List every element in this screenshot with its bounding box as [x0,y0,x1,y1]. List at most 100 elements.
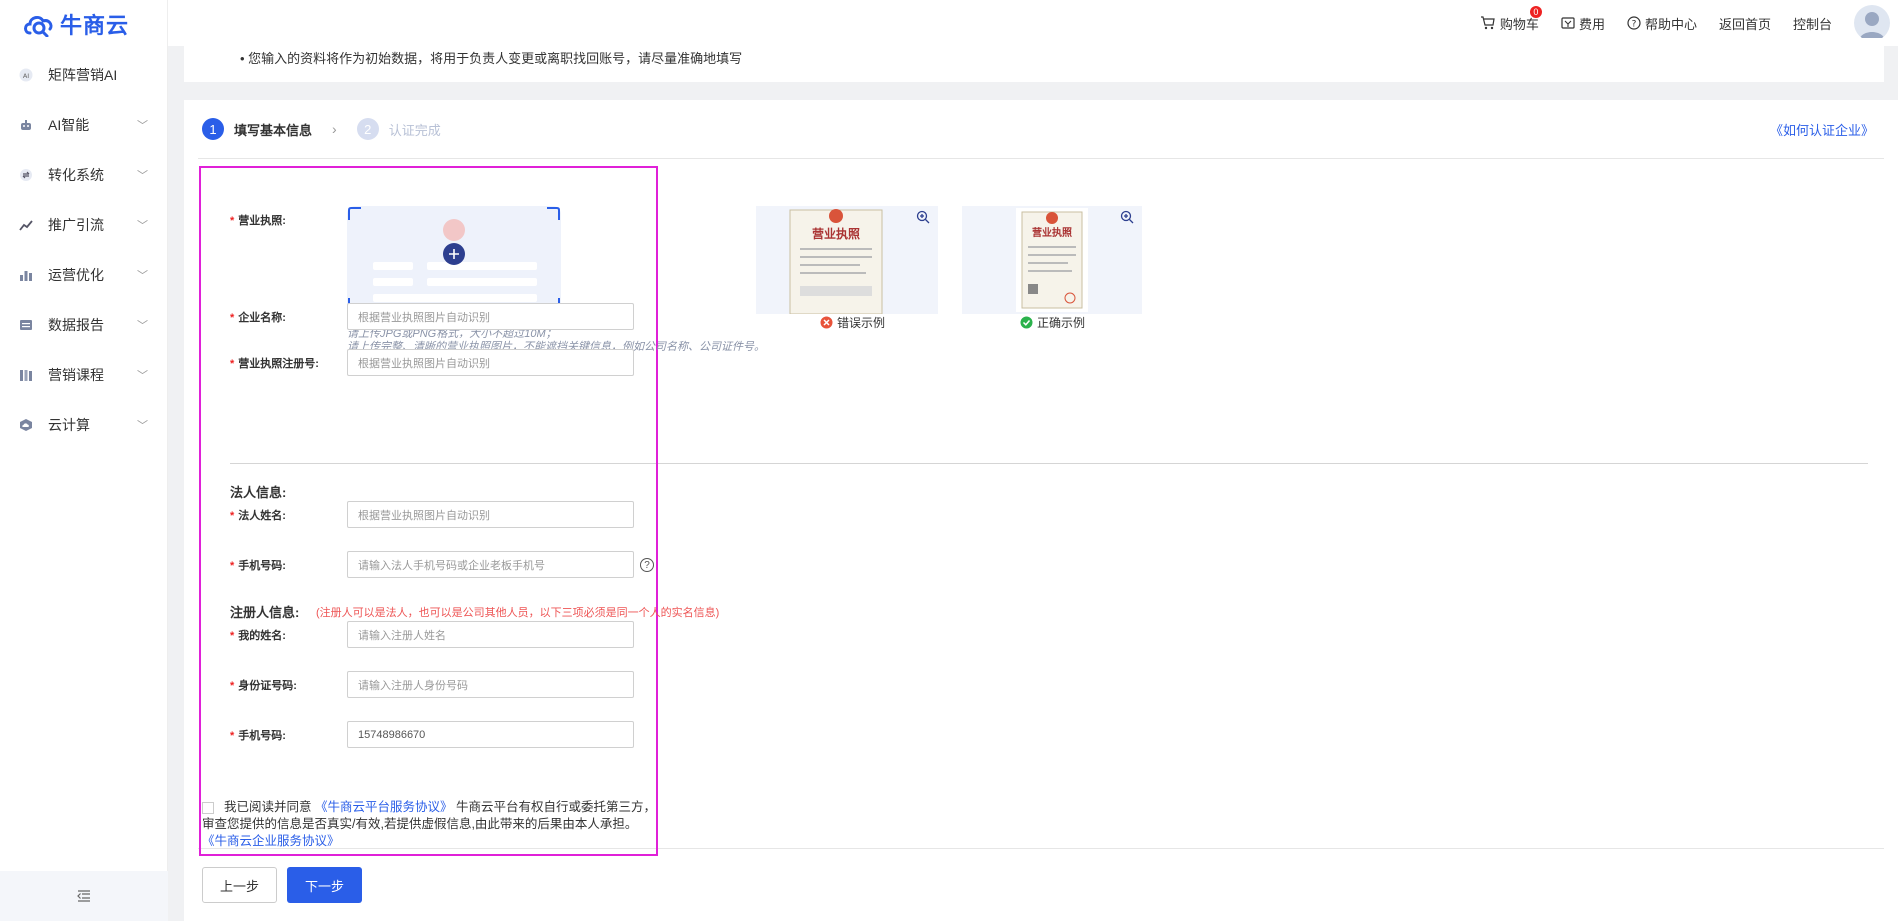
legal-phone-input[interactable]: 请输入法人手机号码或企业老板手机号 [347,551,634,578]
reg-number-input[interactable]: 根据营业执照图片自动识别 [347,349,634,376]
help-link[interactable]: ? 帮助中心 [1627,14,1697,33]
sidebar-item-conversion[interactable]: 转化系统 ﹀ [0,150,168,200]
check-icon [1020,316,1033,329]
registrant-note: (注册人可以是法人，也可以是公司其他人员，以下三项必须是同一个人的实名信息) [316,607,720,619]
legal-name-label-row: * 法人姓名: [230,506,286,524]
my-name-label-row: * 我的姓名: [230,626,286,644]
fee-link[interactable]: 费用 [1561,14,1605,33]
avatar[interactable] [1854,5,1890,41]
legal-phone-label-row: * 手机号码: [230,556,286,574]
console-link[interactable]: 控制台 [1793,14,1832,33]
cart-link[interactable]: 购物车 0 [1480,5,1542,33]
id-number-input[interactable]: 请输入注册人身份号码 [347,671,634,698]
sidebar-item-promotion[interactable]: 推广引流 ﹀ [0,200,168,250]
sidebar-item-label: 矩阵营销AI [48,67,118,83]
right-example-image: 营业执照 [962,206,1142,314]
company-label: * 企业名称: [230,312,286,324]
agree-checkbox[interactable] [202,801,214,814]
phone-input[interactable]: 15748986670 [347,721,634,748]
sidebar-item-label: 推广引流 [48,217,104,233]
main-panel: 1 填写基本信息 › 2 认证完成 《如何认证企业》 * 营业执照: 请上传JP… [184,100,1898,921]
trend-icon [18,217,34,233]
error-icon [820,316,833,329]
right-example-label: 正确示例 [1020,314,1085,331]
license-sample-icon: 营业执照 [789,209,883,315]
page-background-gutter [168,46,184,921]
help-icon: ? [1627,16,1641,30]
step-label: 填写基本信息 [234,122,313,138]
help-question-icon[interactable]: ? [640,558,654,572]
sidebar: 牛商云 AI 矩阵营销AI AI智能 ﹀ 转化系统 ﹀ 推广引流 ﹀ 运营优化 … [0,0,168,921]
sidebar-item-data-report[interactable]: 数据报告 ﹀ [0,300,168,350]
sidebar-item-label: 营销课程 [48,367,104,383]
prev-button[interactable]: 上一步 [202,867,277,903]
phone-label: * 手机号码: [230,730,286,742]
sidebar-item-cloud[interactable]: 云计算 ﹀ [0,400,168,450]
cloud-logo-icon [24,15,53,37]
phone-label-row: * 手机号码: [230,726,286,744]
cart-count-badge: 0 [1529,5,1542,18]
agreement: 我已阅读并同意 《牛商云平台服务协议》 牛商云平台有权自行或委托第三方，审查您提… [202,799,662,850]
console-label: 控制台 [1792,16,1832,32]
report-icon [18,317,34,333]
logo-text: 牛商云 [60,13,130,38]
step-2: 2 认证完成 [356,118,441,140]
logo[interactable]: 牛商云 [22,8,129,40]
chevron-down-icon: ﹀ [137,320,148,332]
chevron-down-icon: ﹀ [137,220,148,232]
step-1: 1 填写基本信息 [202,118,312,140]
cloud-icon [18,417,34,433]
enterprise-agreement-link[interactable]: 《牛商云企业服务协议》 [202,834,340,848]
divider [198,158,1884,159]
license-placeholder-icon [348,207,560,311]
collapse-menu-icon [77,890,90,902]
how-to-verify-link[interactable]: 《如何认证企业》 [1770,120,1874,139]
step-label: 认证完成 [388,122,441,138]
notice-text: • 您输入的资料将作为初始数据，将用于负责人变更或离职找回账号，请尽量准确地填写 [240,51,743,66]
license-upload[interactable] [347,206,561,312]
bar-chart-icon [18,267,34,283]
exchange-icon [18,167,34,183]
home-link[interactable]: 返回首页 [1719,14,1771,33]
id-label-row: * 身份证号码: [230,676,297,694]
platform-agreement-link[interactable]: 《牛商云平台服务协议》 [315,800,453,814]
notice-panel: • 您输入的资料将作为初始数据，将用于负责人变更或离职找回账号，请尽量准确地填写 [184,38,1884,82]
cart-icon [1480,16,1495,30]
step-number: 2 [356,118,379,140]
license-sample-icon: 营业执照 [1016,208,1088,312]
sidebar-item-matrix-ai[interactable]: AI 矩阵营销AI [0,50,168,100]
svg-text:营业执照: 营业执照 [812,226,860,241]
home-label: 返回首页 [1718,16,1771,32]
chevron-down-icon: ﹀ [137,420,148,432]
sidebar-item-label: 数据报告 [48,317,104,333]
legal-name-input[interactable]: 根据营业执照图片自动识别 [347,501,634,528]
svg-text:营业执照: 营业执照 [1032,226,1072,239]
license-label-row: * 营业执照: [230,212,286,228]
chevron-right-icon: › [332,121,337,137]
company-name-input[interactable]: 根据营业执照图片自动识别 [347,303,634,330]
fee-icon [1561,17,1575,29]
svg-text:AI: AI [23,72,29,80]
next-button[interactable]: 下一步 [287,867,362,903]
steps: 1 填写基本信息 › 2 认证完成 [202,118,441,140]
reg-label-row: * 营业执照注册号: [230,354,319,372]
fee-label: 费用 [1578,16,1605,32]
zoom-in-icon[interactable] [916,210,930,224]
sidebar-collapse[interactable] [0,871,168,921]
reg-number-label: * 营业执照注册号: [230,358,319,370]
sidebar-item-ai[interactable]: AI智能 ﹀ [0,100,168,150]
chevron-down-icon: ﹀ [137,270,148,282]
license-label: * 营业执照: [230,215,286,227]
svg-text:?: ? [1632,20,1637,30]
ai-badge-icon: AI [18,67,34,83]
zoom-in-icon[interactable] [1120,210,1134,224]
id-number-label: * 身份证号码: [230,680,297,692]
sidebar-item-label: 运营优化 [48,267,104,283]
sidebar-item-courses[interactable]: 营销课程 ﹀ [0,350,168,400]
robot-icon [18,117,34,133]
sidebar-nav: AI 矩阵营销AI AI智能 ﹀ 转化系统 ﹀ 推广引流 ﹀ 运营优化 ﹀ 数据… [0,50,168,450]
wrong-example-image: 营业执照 [756,206,938,315]
sidebar-item-label: 云计算 [48,417,90,433]
sidebar-item-operations[interactable]: 运营优化 ﹀ [0,250,168,300]
my-name-input[interactable]: 请输入注册人姓名 [347,621,634,648]
